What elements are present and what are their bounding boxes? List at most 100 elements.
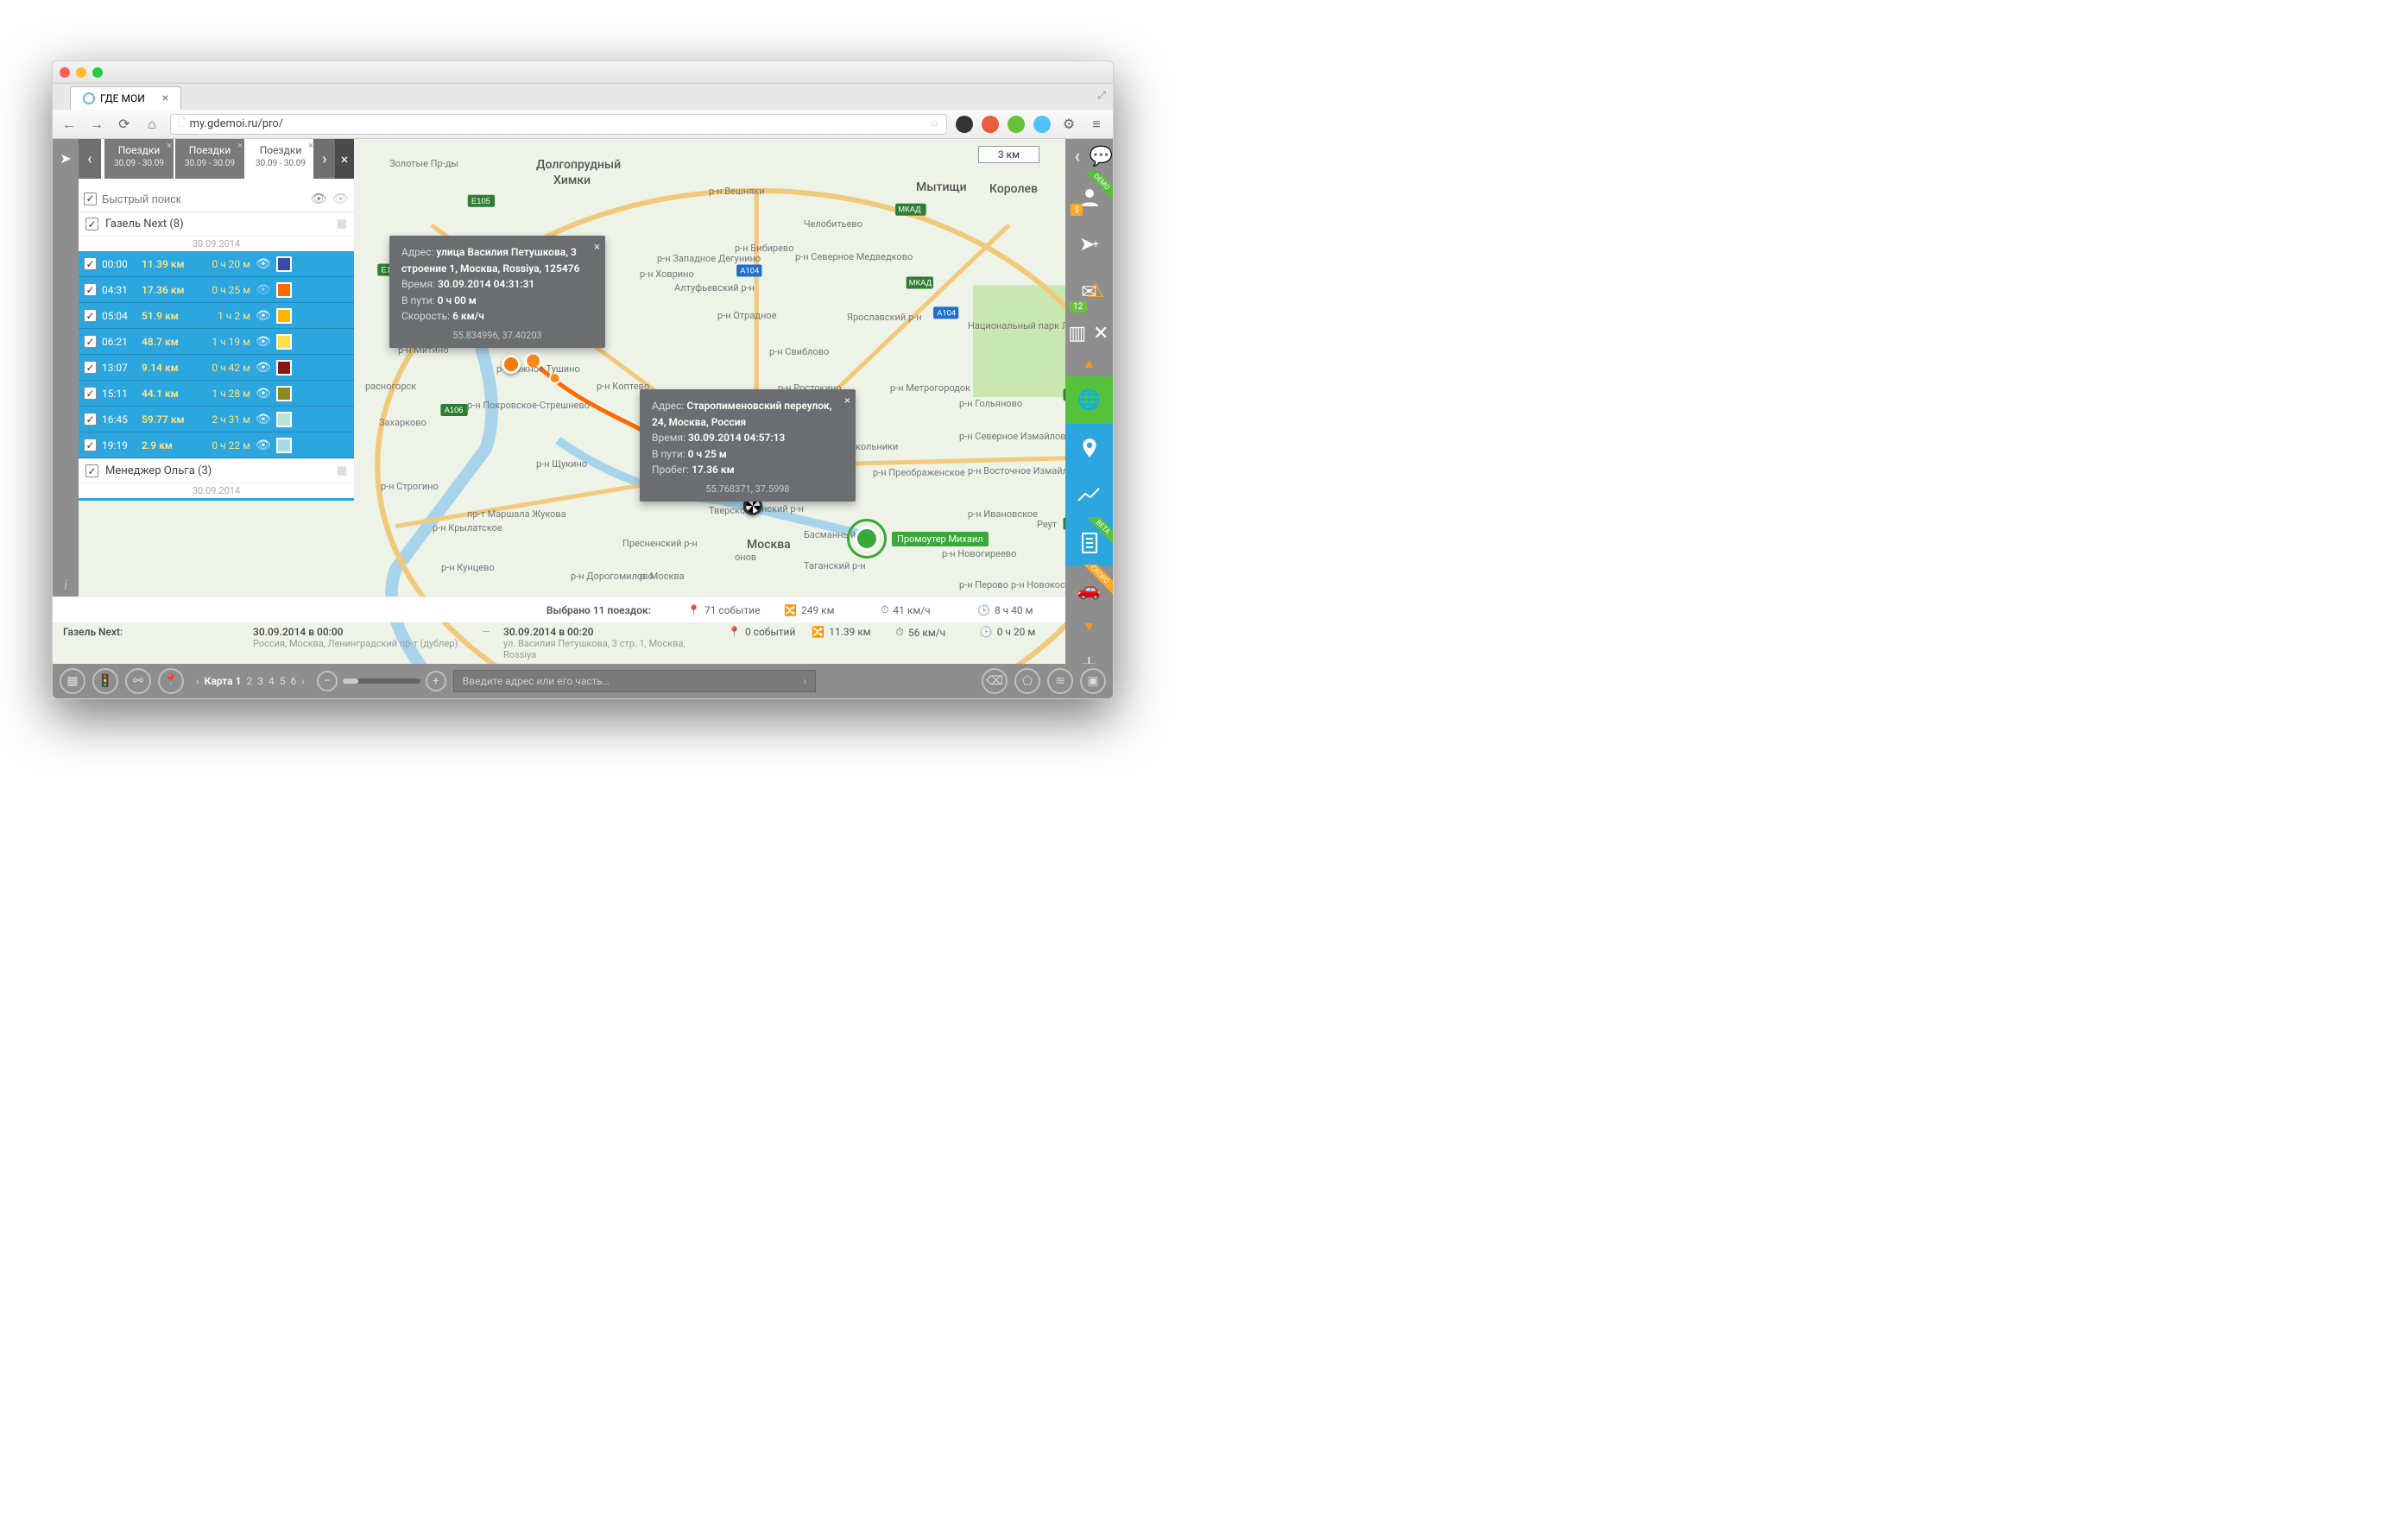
menu-icon[interactable]: ≡ xyxy=(1087,115,1106,134)
close-popup-icon[interactable]: × xyxy=(594,239,600,256)
locate-icon[interactable]: ➤ xyxy=(54,146,78,170)
visibility-icon[interactable]: 👁 xyxy=(256,387,271,401)
close-layout-icon[interactable]: ✕ xyxy=(1090,323,1114,344)
grid-row[interactable]: Газель Next: 30.09.2014 в 00:00Россия, М… xyxy=(53,622,1065,664)
visibility-icon[interactable]: 👁 xyxy=(256,413,271,426)
poi-icon[interactable]: 📍 xyxy=(158,668,184,694)
chat-icon[interactable]: 💬 xyxy=(1090,146,1114,167)
page-link[interactable]: 4 xyxy=(268,675,275,687)
visibility-icon[interactable]: 👁 xyxy=(256,309,271,323)
close-all-tabs-button[interactable]: × xyxy=(335,139,354,179)
columns-icon[interactable]: ▥ xyxy=(1065,323,1090,344)
traffic-icon[interactable]: 🚦 xyxy=(92,668,118,694)
color-swatch[interactable] xyxy=(276,308,292,324)
settings-icon[interactable]: ⚙ xyxy=(1059,115,1078,134)
visibility-icon[interactable]: 👁 xyxy=(256,361,271,375)
maximize-window-button[interactable] xyxy=(92,67,103,78)
select-all-checkbox[interactable] xyxy=(84,192,97,205)
bookmark-icon[interactable]: ☆ xyxy=(929,117,939,130)
extension-icon[interactable] xyxy=(1008,116,1025,133)
chart-button[interactable] xyxy=(1065,471,1113,519)
notifications-button[interactable]: ✉⚠ 12 xyxy=(1065,268,1113,316)
trip-checkbox[interactable] xyxy=(84,413,97,426)
visibility-icon[interactable]: 👁 xyxy=(256,335,271,349)
trip-checkbox[interactable] xyxy=(84,439,97,451)
visibility-off-icon[interactable]: 👁 xyxy=(332,191,349,206)
browser-tab[interactable]: ГДЕ МОИ × xyxy=(70,86,181,110)
extension-icon[interactable] xyxy=(956,116,973,133)
page-next[interactable]: › xyxy=(301,675,305,687)
tabs-next-button[interactable]: › xyxy=(313,139,336,179)
frame-icon[interactable]: ▣ xyxy=(1080,668,1106,694)
trip-checkbox[interactable] xyxy=(84,387,97,400)
tabs-prev-button[interactable]: ‹ xyxy=(79,139,101,179)
color-swatch[interactable] xyxy=(276,282,292,298)
globe-button[interactable]: 🌐 xyxy=(1065,376,1113,424)
trip-row[interactable]: 06:21 48.7 км 1 ч 19 м 👁 xyxy=(79,329,354,355)
search-input[interactable] xyxy=(102,192,306,205)
trip-row[interactable]: 19:19 2.9 км 0 ч 22 м 👁 xyxy=(79,432,354,458)
fullscreen-icon[interactable]: ⤢ xyxy=(1097,89,1106,102)
current-map[interactable]: Карта 1 xyxy=(205,675,242,687)
minimize-window-button[interactable] xyxy=(76,67,86,78)
visibility-on-icon[interactable]: 👁 xyxy=(311,191,327,206)
extension-icon[interactable] xyxy=(982,116,999,133)
trip-row[interactable]: 04:31 17.36 км 0 ч 25 м 👁 xyxy=(79,277,354,303)
home-button[interactable]: ⌂ xyxy=(142,115,161,134)
scroll-down-button[interactable]: ▼ xyxy=(1065,614,1113,640)
trip-row[interactable]: 13:07 9.14 км 0 ч 42 м 👁 xyxy=(79,355,354,381)
scroll-up-button[interactable]: ▲ xyxy=(1065,350,1113,376)
account-button[interactable]: DEMO $ xyxy=(1065,174,1113,221)
color-swatch[interactable] xyxy=(276,386,292,401)
zoom-in-button[interactable]: + xyxy=(426,671,446,691)
close-icon[interactable]: × xyxy=(167,140,172,152)
close-popup-icon[interactable]: × xyxy=(844,393,850,410)
zoom-slider[interactable] xyxy=(343,678,420,684)
share-icon[interactable]: ⚯ xyxy=(125,668,151,694)
page-link[interactable]: 3 xyxy=(257,675,263,687)
polygon-icon[interactable]: ⬠ xyxy=(1014,668,1040,694)
trip-checkbox[interactable] xyxy=(84,335,97,348)
info-icon[interactable]: i xyxy=(54,572,78,596)
visibility-icon[interactable]: 👁 xyxy=(256,439,271,452)
layers-icon[interactable]: ≋ xyxy=(1047,668,1073,694)
group-checkbox[interactable] xyxy=(85,464,98,477)
trip-checkbox[interactable] xyxy=(84,361,97,374)
places-button[interactable] xyxy=(1065,424,1113,471)
panel-tab[interactable]: × Поездки30.09 - 30.09 xyxy=(104,139,174,179)
panel-tab-active[interactable]: × Поездки30.09 - 30.09 xyxy=(246,139,315,179)
eraser-icon[interactable]: ⌫ xyxy=(982,668,1008,694)
visibility-icon[interactable]: 👁 xyxy=(256,257,271,271)
address-bar[interactable]: 🗋 my.gdemoi.ru/pro/ ☆ xyxy=(170,114,947,135)
group-checkbox[interactable] xyxy=(85,218,98,230)
grid-tool-icon[interactable]: ▦ xyxy=(60,668,85,694)
trip-row[interactable]: 15:11 44.1 км 1 ч 28 м 👁 xyxy=(79,381,354,407)
reports-button[interactable]: BETA xyxy=(1065,519,1113,566)
back-button[interactable]: ← xyxy=(60,115,79,134)
forward-button[interactable]: → xyxy=(87,115,106,134)
route-start-marker[interactable] xyxy=(502,355,521,374)
vehicle-button[interactable]: СКОРО🚗 xyxy=(1065,566,1113,614)
close-window-button[interactable] xyxy=(60,67,70,78)
trip-row[interactable]: 16:45 59.77 км 2 ч 31 м 👁 xyxy=(79,407,354,432)
color-swatch[interactable] xyxy=(276,334,292,350)
color-swatch[interactable] xyxy=(276,256,292,272)
page-link[interactable]: 6 xyxy=(290,675,296,687)
tracker-marker[interactable]: Промоутер Михаил xyxy=(847,519,989,559)
trip-row[interactable]: 00:00 11.39 км 0 ч 20 м 👁 xyxy=(79,251,354,277)
extension-icon[interactable] xyxy=(1033,116,1051,133)
color-swatch[interactable] xyxy=(276,438,292,453)
page-link[interactable]: 5 xyxy=(280,675,286,687)
reload-button[interactable]: ⟳ xyxy=(115,115,134,134)
group-header[interactable]: Менеджер Ольга (3) ▦ xyxy=(79,458,354,483)
trip-row[interactable]: 05:04 51.9 км 1 ч 2 м 👁 xyxy=(79,303,354,329)
go-icon[interactable]: › xyxy=(803,675,806,687)
group-header[interactable]: Газель Next (8) ▦ xyxy=(79,211,354,236)
trip-checkbox[interactable] xyxy=(84,309,97,322)
collapse-icon[interactable]: ‹ xyxy=(1065,146,1090,167)
close-icon[interactable]: × xyxy=(237,140,243,152)
color-swatch[interactable] xyxy=(276,360,292,376)
trip-checkbox[interactable] xyxy=(84,257,97,270)
zoom-out-button[interactable]: − xyxy=(317,671,338,691)
address-search[interactable]: Введите адрес или его часть… › xyxy=(453,670,816,692)
